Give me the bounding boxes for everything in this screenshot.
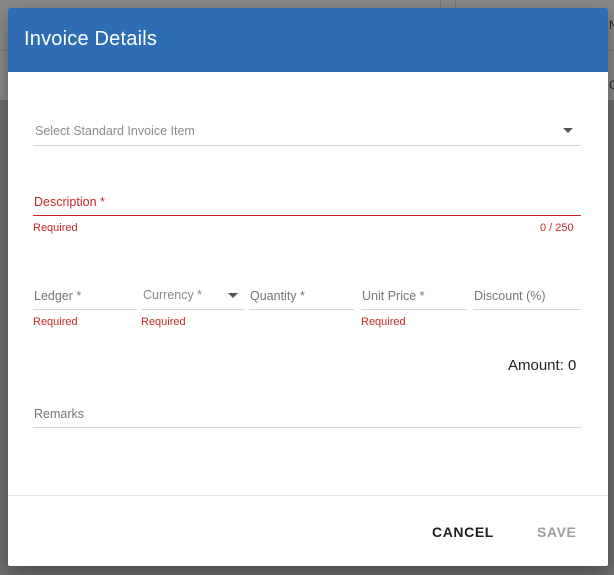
dialog-title: Invoice Details [24,28,158,50]
remarks-label: Remarks [34,407,85,421]
quantity-underline [249,309,354,310]
chevron-down-icon[interactable] [228,293,238,298]
ledger-required-hint: Required [33,316,78,328]
currency-required-hint: Required [141,316,186,328]
description-character-counter: 0 / 250 [540,222,574,234]
remarks-underline [33,427,581,428]
discount-underline [473,309,581,310]
quantity-label: Quantity * [250,289,305,303]
remarks-field[interactable]: Remarks [33,400,581,428]
amount-total: Amount: 0 [508,357,577,374]
currency-label: Currency * [143,288,203,302]
description-underline [33,215,581,216]
ledger-underline [33,309,137,310]
unit-price-required-hint: Required [361,316,406,328]
description-field[interactable]: Description * [33,188,581,218]
background-text: N [609,18,614,32]
description-required-hint: Required [33,222,78,234]
cancel-button[interactable]: CANCEL [432,524,494,540]
save-button[interactable]: SAVE [537,524,577,540]
unit-price-label: Unit Price * [362,289,425,303]
discount-field[interactable]: Discount (%) [473,282,581,310]
standard-invoice-item-placeholder: Select Standard Invoice Item [35,124,195,138]
standard-invoice-item-select[interactable]: Select Standard Invoice Item [33,116,581,146]
description-label: Description * [34,195,105,209]
discount-label: Discount (%) [474,289,546,303]
unit-price-field[interactable]: Unit Price * [361,282,467,310]
unit-price-underline [361,309,467,310]
ledger-field[interactable]: Ledger * [33,282,137,310]
dialog-header: Invoice Details [8,8,608,72]
currency-select[interactable]: Currency * [141,282,244,310]
footer-divider [8,495,608,496]
ledger-label: Ledger * [34,289,82,303]
quantity-field[interactable]: Quantity * [249,282,354,310]
chevron-down-icon[interactable] [563,128,573,133]
invoice-details-dialog: Invoice Details Select Standard Invoice … [8,8,608,566]
background-text: C [609,78,614,92]
select-underline [33,145,581,146]
currency-underline [141,309,244,310]
